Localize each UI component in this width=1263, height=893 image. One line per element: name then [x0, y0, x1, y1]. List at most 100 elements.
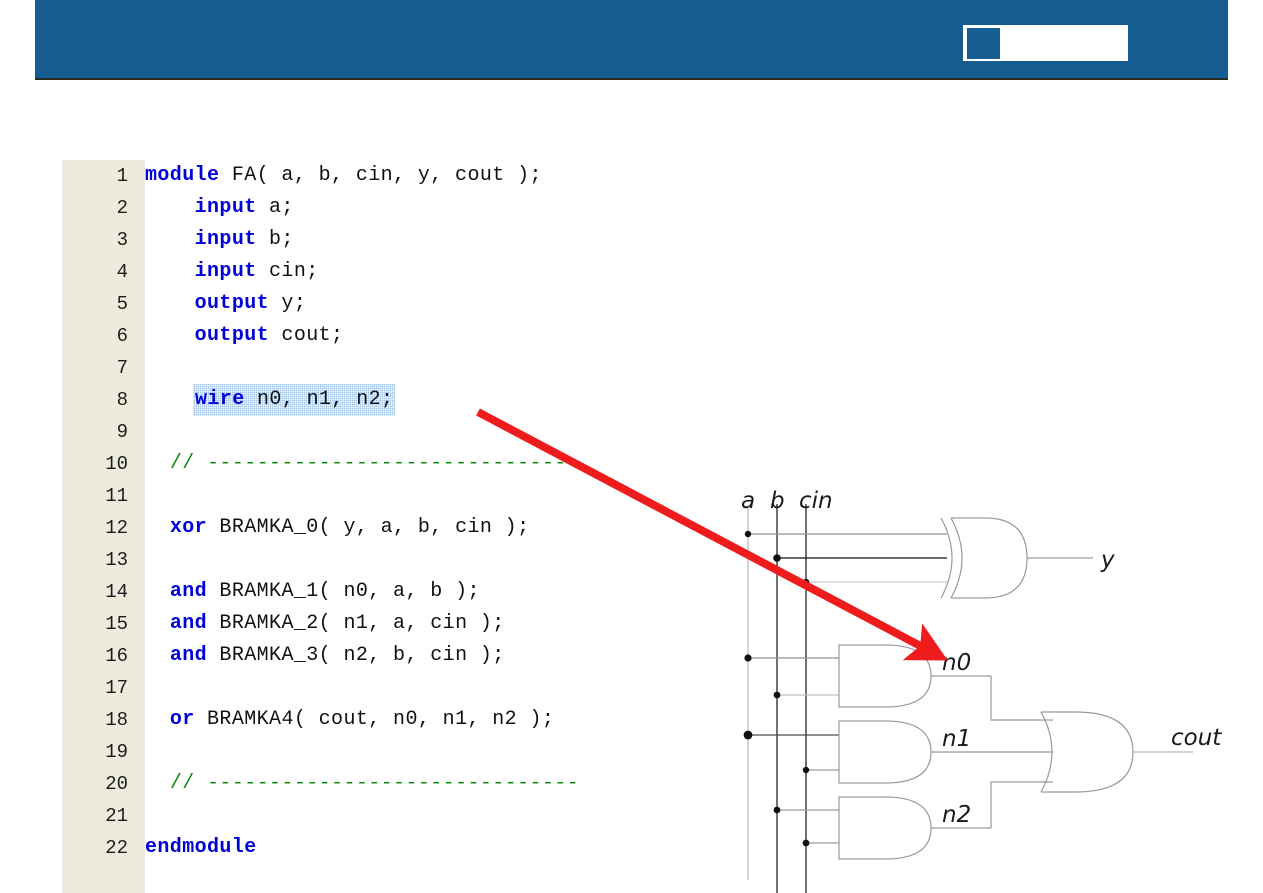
line-number: 18 [62, 704, 128, 736]
code-token-plain: BRAMKA4( cout, n0, n1, n2 ); [195, 708, 555, 731]
logic-circuit-diagram: a b cin y n0 n1 n2 cout [735, 490, 1263, 893]
code-line-text: module FA( a, b, cin, y, cout ); [145, 160, 542, 192]
code-token-plain [145, 644, 170, 667]
code-line[interactable]: 22 endmodule [62, 832, 762, 864]
circuit-label-a: a [741, 490, 755, 514]
line-number: 4 [62, 256, 128, 288]
line-number: 9 [62, 416, 128, 448]
code-token-kw: and [170, 612, 207, 635]
code-token-kw: wire [195, 388, 245, 411]
code-token-plain [145, 292, 195, 315]
code-token-kw: endmodule [145, 836, 257, 859]
code-line[interactable]: 8wire n0, n1, n2; [62, 384, 762, 416]
code-token-plain [145, 612, 170, 635]
code-line[interactable]: 5 output y; [62, 288, 762, 320]
code-token-kw: output [195, 324, 269, 347]
code-line-text: output y; [145, 288, 306, 320]
line-number: 10 [62, 448, 128, 480]
code-line[interactable]: 1 module FA( a, b, cin, y, cout ); [62, 160, 762, 192]
circuit-label-n1: n1 [942, 726, 971, 752]
code-line-text: and BRAMKA_3( n2, b, cin ); [145, 640, 505, 672]
code-token-plain: b; [257, 228, 294, 251]
line-number: 11 [62, 480, 128, 512]
code-token-plain [145, 772, 170, 795]
code-line[interactable]: 15 and BRAMKA_2( n1, a, cin ); [62, 608, 762, 640]
code-line[interactable]: 13 [62, 544, 762, 576]
code-line[interactable]: 10 // ------------------------------ [62, 448, 762, 480]
slide-header-bar [35, 0, 1228, 80]
code-line-text: input cin; [145, 256, 319, 288]
route-n0-to-or [991, 676, 1053, 720]
line-number: 17 [62, 672, 128, 704]
line-number: 12 [62, 512, 128, 544]
code-token-plain: BRAMKA_1( n0, a, b ); [207, 580, 480, 603]
code-line-text: // ------------------------------ [145, 768, 579, 800]
code-token-plain [145, 324, 195, 347]
and-gate-3 [839, 797, 931, 859]
line-number: 22 [62, 832, 128, 864]
circuit-label-n2: n2 [942, 802, 971, 828]
code-line[interactable]: 2 input a; [62, 192, 762, 224]
code-line[interactable]: 18 or BRAMKA4( cout, n0, n1, n2 ); [62, 704, 762, 736]
route-n2-to-or [991, 782, 1053, 828]
code-line[interactable]: 19 [62, 736, 762, 768]
code-token-plain [145, 260, 195, 283]
code-token-plain: a; [257, 196, 294, 219]
code-line-text: input a; [145, 192, 294, 224]
code-line[interactable]: 21 [62, 800, 762, 832]
or-gate-body [1041, 712, 1133, 792]
code-token-plain [145, 196, 195, 219]
code-token-kw: input [195, 196, 257, 219]
circuit-label-cout: cout [1171, 725, 1222, 751]
code-line[interactable]: 14 and BRAMKA_1( n0, a, b ); [62, 576, 762, 608]
code-token-kw: and [170, 580, 207, 603]
code-token-kw: input [195, 260, 257, 283]
code-token-plain: cin; [257, 260, 319, 283]
code-line[interactable]: 17 [62, 672, 762, 704]
code-line[interactable]: 20 // ------------------------------ [62, 768, 762, 800]
code-line[interactable]: 7 [62, 352, 762, 384]
circuit-label-b: b [770, 490, 785, 514]
blue-square-placeholder-icon [967, 28, 1000, 59]
code-token-plain [145, 228, 195, 251]
code-token-kw: or [170, 708, 195, 731]
line-number: 2 [62, 192, 128, 224]
code-line[interactable]: 6 output cout; [62, 320, 762, 352]
line-number: 15 [62, 608, 128, 640]
code-line[interactable]: 12 xor BRAMKA_0( y, a, b, cin ); [62, 512, 762, 544]
code-token-kw: xor [170, 516, 207, 539]
code-line-text: and BRAMKA_1( n0, a, b ); [145, 576, 480, 608]
code-line-text: wire n0, n1, n2; [193, 384, 395, 416]
code-token-kw: module [145, 164, 219, 187]
code-line-text: output cout; [145, 320, 343, 352]
line-number: 13 [62, 544, 128, 576]
header-logo-box [963, 25, 1128, 61]
code-line-text: and BRAMKA_2( n1, a, cin ); [145, 608, 505, 640]
line-number: 16 [62, 640, 128, 672]
code-line[interactable]: 9 [62, 416, 762, 448]
line-number: 20 [62, 768, 128, 800]
line-number: 1 [62, 160, 128, 192]
code-line[interactable]: 11 [62, 480, 762, 512]
code-line[interactable]: 16 and BRAMKA_3( n2, b, cin ); [62, 640, 762, 672]
line-number: 21 [62, 800, 128, 832]
code-token-kw: output [195, 292, 269, 315]
code-token-cmt: // ------------------------------ [170, 772, 579, 795]
code-token-kw: input [195, 228, 257, 251]
line-number: 5 [62, 288, 128, 320]
code-token-plain: n0, n1, n2; [245, 388, 394, 411]
code-token-cmt: // ------------------------------ [170, 452, 579, 475]
line-number: 6 [62, 320, 128, 352]
code-lines-container[interactable]: 1module FA( a, b, cin, y, cout );2 input… [62, 160, 762, 864]
xor-back-arc-inner [951, 518, 962, 598]
circuit-label-n0: n0 [942, 650, 971, 676]
code-token-plain: FA( a, b, cin, y, cout ); [219, 164, 541, 187]
code-token-plain: cout; [269, 324, 343, 347]
code-line-text: input b; [145, 224, 294, 256]
code-line[interactable]: 4 input cin; [62, 256, 762, 288]
code-editor[interactable]: 1module FA( a, b, cin, y, cout );2 input… [62, 160, 762, 893]
and-gate-1 [839, 645, 931, 707]
slide-canvas: 1module FA( a, b, cin, y, cout );2 input… [0, 0, 1263, 893]
code-line[interactable]: 3 input b; [62, 224, 762, 256]
code-token-kw: and [170, 644, 207, 667]
